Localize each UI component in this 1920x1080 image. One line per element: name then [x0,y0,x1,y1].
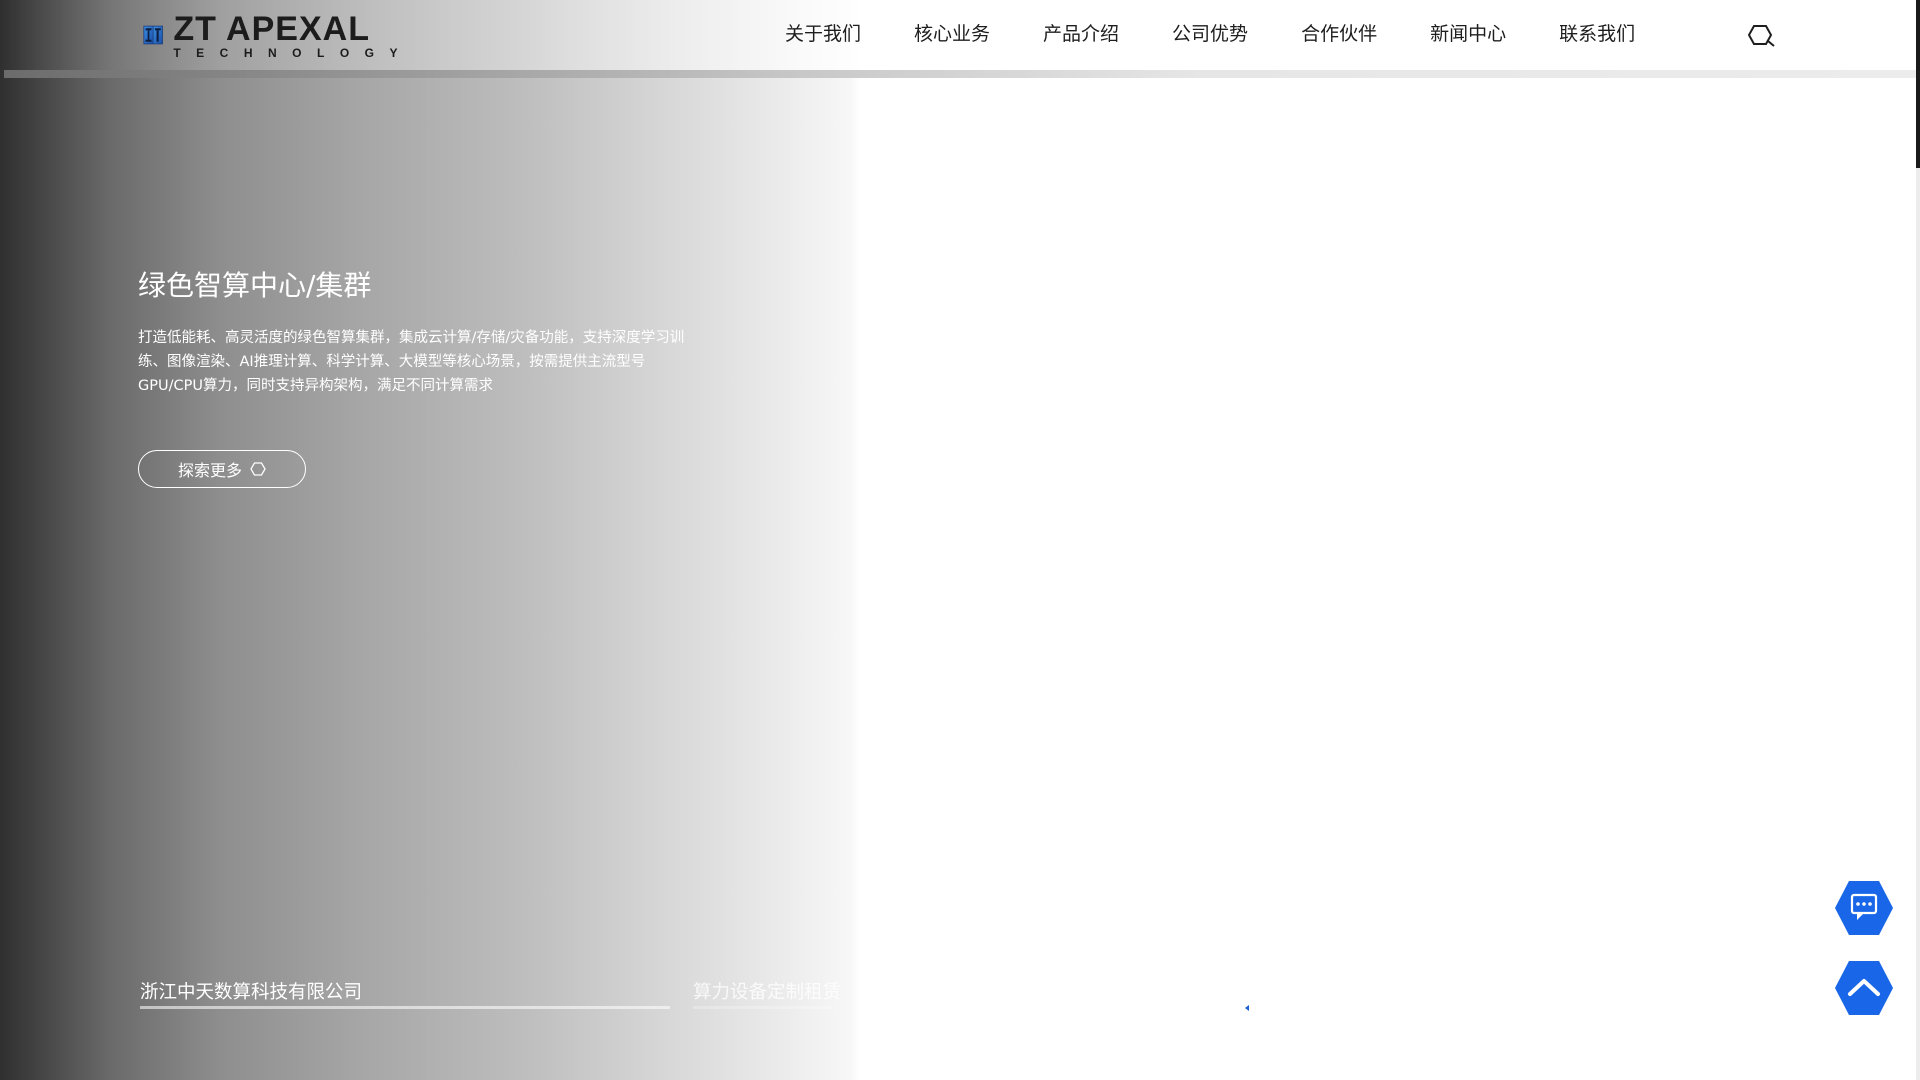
nav-item-news[interactable]: 新闻中心 [1430,18,1506,50]
explore-more-label: 探索更多 [177,461,242,480]
hero-description: 打造低能耗、高灵活度的绿色智算集群，集成云计算/存储/灾备功能，支持深度学习训练… [138,330,685,394]
chevron-up-icon[interactable] [1834,960,1894,1016]
nav-item-core-business[interactable]: 核心业务 [914,18,990,50]
tab-progress-fill [140,1006,670,1009]
nav-item-contact[interactable]: 联系我们 [1559,18,1635,50]
logo-subtitle: TECHNOLOGY [173,45,413,60]
slider-prev-indicator[interactable] [1245,1005,1249,1011]
header-divider [4,70,1916,78]
nav-item-partners[interactable]: 合作伙伴 [1301,18,1377,50]
logo-mark-icon [143,25,163,45]
tab-progress-track [140,1006,670,1009]
hexagon-arrow-icon [250,462,266,476]
scrollbar-thumb[interactable] [1916,0,1920,168]
hero-title: 绿色智算中心/集群 [138,269,372,302]
search-icon[interactable] [1748,22,1776,48]
page: ZT APEXAL TECHNOLOGY 关于我们 核心业务 产品介绍 公司优势… [0,0,1920,1080]
page-scrollbar[interactable] [1916,0,1920,1080]
hero-background [0,0,1920,1080]
nav-item-products[interactable]: 产品介绍 [1043,18,1119,50]
tab-company[interactable]: 浙江中天数算科技有限公司 [140,978,362,1004]
nav-item-about[interactable]: 关于我们 [785,18,861,50]
chat-icon[interactable] [1834,880,1894,936]
tab-progress-track-2 [693,1006,833,1009]
logo-name: ZT APEXAL [173,9,370,48]
main-nav: 关于我们 核心业务 产品介绍 公司优势 合作伙伴 新闻中心 联系我们 [785,18,1688,50]
tab-computing-rental[interactable]: 算力设备定制租赁 [693,978,841,1004]
nav-item-advantages[interactable]: 公司优势 [1172,18,1248,50]
company-logo[interactable]: ZT APEXAL TECHNOLOGY [143,11,413,59]
explore-more-button[interactable]: 探索更多 [138,450,306,488]
